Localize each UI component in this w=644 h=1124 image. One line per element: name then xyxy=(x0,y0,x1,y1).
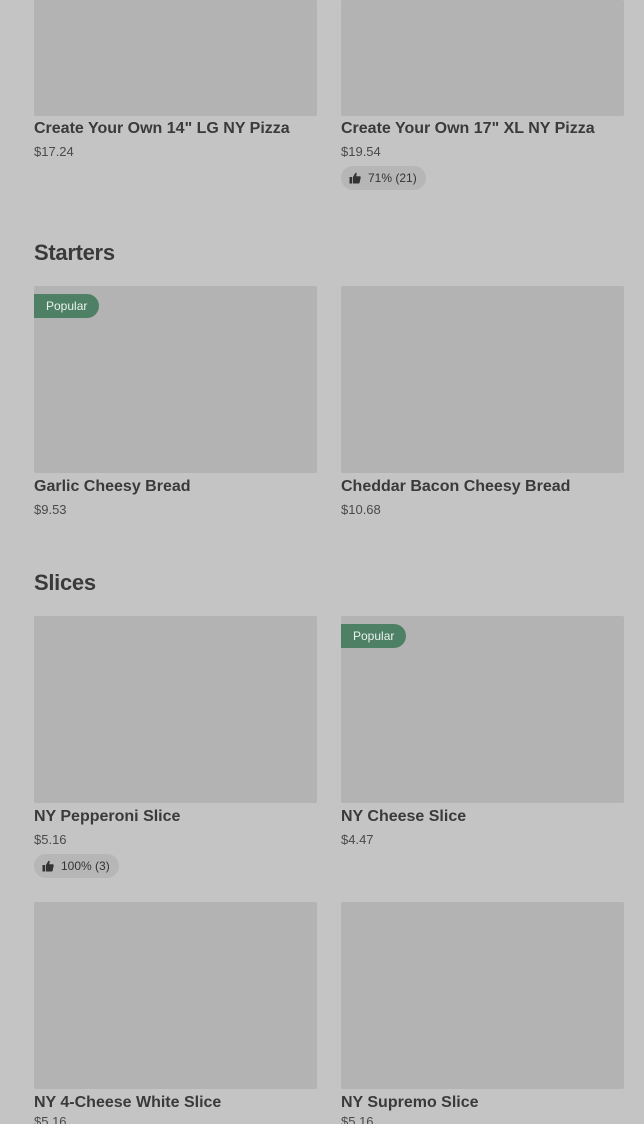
item-name: Cheddar Bacon Cheesy Bread xyxy=(341,478,571,495)
menu-item-card[interactable]: NY 4-Cheese White Slice $5.16 xyxy=(34,902,317,1124)
item-price: $5.16 xyxy=(34,1114,67,1124)
item-image xyxy=(34,0,317,116)
popular-badge: Popular xyxy=(34,294,100,318)
item-image: Popular xyxy=(341,616,624,803)
item-price: $9.53 xyxy=(34,502,67,517)
rating-text: 100% (3) xyxy=(61,859,110,873)
section-title-starters: Starters xyxy=(34,240,115,265)
item-name: NY Cheese Slice xyxy=(341,808,467,825)
rating-badge: 71% (21) xyxy=(341,166,426,190)
menu-item-card[interactable]: Popular Garlic Cheesy Bread $9.53 xyxy=(34,286,317,526)
menu-item-card[interactable]: Popular NY Cheese Slice $4.47 xyxy=(341,616,624,880)
menu-item-card[interactable]: Create Your Own 14" LG NY Pizza $17.24 xyxy=(34,0,317,190)
item-price: $4.47 xyxy=(341,832,374,847)
item-image xyxy=(341,286,624,473)
rating-text: 71% (21) xyxy=(368,171,417,185)
item-image xyxy=(34,902,317,1089)
menu-item-card[interactable]: Create Your Own 17" XL NY Pizza $19.54 7… xyxy=(341,0,624,190)
menu-item-card[interactable]: NY Supremo Slice $5.16 xyxy=(341,902,624,1124)
popular-badge: Popular xyxy=(341,624,407,648)
item-image xyxy=(341,0,624,116)
thumbs-up-icon xyxy=(42,860,54,872)
item-image xyxy=(341,902,624,1089)
item-image: Popular xyxy=(34,286,317,473)
item-price: $19.54 xyxy=(341,144,381,159)
item-price: $10.68 xyxy=(341,502,381,517)
menu-page: Create Your Own 14" LG NY Pizza $17.24 C… xyxy=(0,0,644,1124)
item-image xyxy=(34,616,317,803)
item-name: Create Your Own 17" XL NY Pizza xyxy=(341,120,595,137)
menu-item-card[interactable]: Cheddar Bacon Cheesy Bread $10.68 xyxy=(341,286,624,526)
item-price: $5.16 xyxy=(34,832,67,847)
item-price: $17.24 xyxy=(34,144,74,159)
item-price: $5.16 xyxy=(341,1114,374,1124)
thumbs-up-icon xyxy=(349,172,361,184)
section-title-slices: Slices xyxy=(34,570,96,595)
item-name: NY 4-Cheese White Slice xyxy=(34,1094,222,1111)
item-name: NY Supremo Slice xyxy=(341,1094,479,1111)
item-name: NY Pepperoni Slice xyxy=(34,808,181,825)
item-name: Create Your Own 14" LG NY Pizza xyxy=(34,120,290,137)
rating-badge: 100% (3) xyxy=(34,854,119,878)
menu-item-card[interactable]: NY Pepperoni Slice $5.16 100% (3) xyxy=(34,616,317,880)
item-name: Garlic Cheesy Bread xyxy=(34,478,191,495)
